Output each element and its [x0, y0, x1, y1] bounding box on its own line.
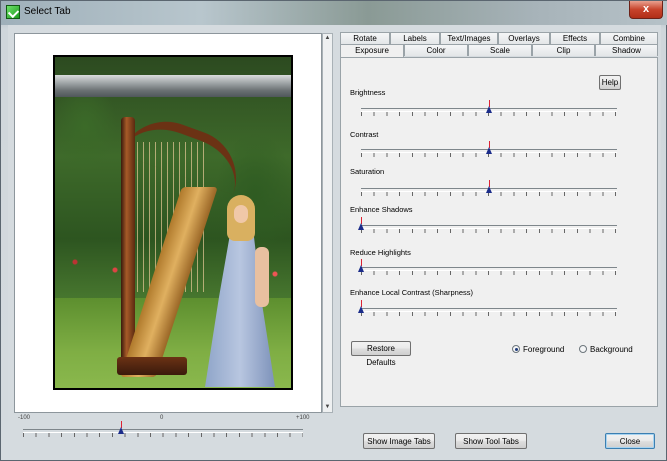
radio-unselected-icon[interactable]: [579, 345, 587, 353]
help-button[interactable]: Help: [599, 75, 621, 90]
tab-scale[interactable]: Scale: [468, 44, 532, 56]
window-close-icon[interactable]: x: [629, 1, 663, 19]
tab-color[interactable]: Color: [404, 44, 468, 56]
tab-exposure[interactable]: Exposure: [340, 44, 404, 57]
tab-rotate[interactable]: Rotate: [340, 32, 390, 44]
enhance-local-contrast-label: Enhance Local Contrast (Sharpness): [350, 288, 473, 297]
harp-base: [117, 357, 187, 375]
enhance-local-contrast-slider[interactable]: [358, 300, 617, 324]
contrast-label: Contrast: [350, 130, 379, 139]
brightness-slider[interactable]: [361, 100, 617, 124]
slider-thumb[interactable]: [358, 259, 365, 272]
show-tool-tabs-button[interactable]: Show Tool Tabs: [455, 433, 527, 449]
exposure-panel: Help Brightness Contrast Saturation Enha…: [340, 57, 658, 407]
girl-arm: [255, 247, 269, 307]
slider-thumb[interactable]: [358, 217, 365, 230]
image-preview-pane: [14, 33, 322, 413]
radio-selected-icon[interactable]: [512, 345, 520, 353]
tab-combine[interactable]: Combine: [600, 32, 658, 44]
slider-thumb[interactable]: [486, 141, 493, 154]
reduce-highlights-label: Reduce Highlights: [350, 248, 411, 257]
tab-clip[interactable]: Clip: [532, 44, 595, 56]
zoom-slider[interactable]: [23, 421, 303, 445]
slider-thumb[interactable]: [118, 421, 125, 434]
close-button[interactable]: Close: [605, 433, 655, 449]
girl-face: [234, 205, 248, 223]
reduce-highlights-slider[interactable]: [358, 259, 617, 283]
preview-scrollbar[interactable]: ▲ ▼: [322, 33, 333, 413]
title-bar[interactable]: Select Tab x: [1, 1, 667, 25]
slider-ticks: [23, 433, 303, 437]
dialog-client: ▲ ▼ -100 0 +100 Rotate Labels Text/Image…: [8, 25, 661, 455]
green-check-icon: [6, 5, 20, 19]
tab-labels[interactable]: Labels: [390, 32, 440, 44]
background-radio-label: Background: [590, 345, 633, 354]
tab-shadow[interactable]: Shadow: [595, 44, 658, 56]
tool-panel: Rotate Labels Text/Images Overlays Effec…: [340, 32, 658, 410]
show-image-tabs-button[interactable]: Show Image Tabs: [363, 433, 435, 449]
tab-text-images[interactable]: Text/Images: [440, 32, 498, 44]
slider-thumb[interactable]: [358, 300, 365, 313]
saturation-label: Saturation: [350, 167, 385, 176]
tab-effects[interactable]: Effects: [550, 32, 600, 44]
scroll-up-icon[interactable]: ▲: [323, 34, 332, 43]
contrast-slider[interactable]: [361, 141, 617, 165]
photo-preview: [53, 55, 293, 390]
saturation-slider[interactable]: [361, 180, 617, 204]
enhance-shadows-slider[interactable]: [358, 217, 617, 241]
pergola-beam: [55, 75, 291, 97]
slider-thumb[interactable]: [486, 100, 493, 113]
foreground-radio-label: Foreground: [523, 345, 565, 354]
enhance-shadows-label: Enhance Shadows: [350, 205, 413, 214]
brightness-label: Brightness: [350, 88, 386, 97]
tab-overlays[interactable]: Overlays: [498, 32, 550, 44]
window-title: Select Tab: [24, 6, 71, 17]
restore-defaults-button[interactable]: Restore Defaults: [351, 341, 411, 367]
slider-thumb[interactable]: [486, 180, 493, 193]
select-tab-window: Select Tab x ▲ ▼ -100 0 +100 Rotate Labe…: [0, 0, 667, 461]
scroll-down-icon[interactable]: ▼: [323, 403, 332, 412]
